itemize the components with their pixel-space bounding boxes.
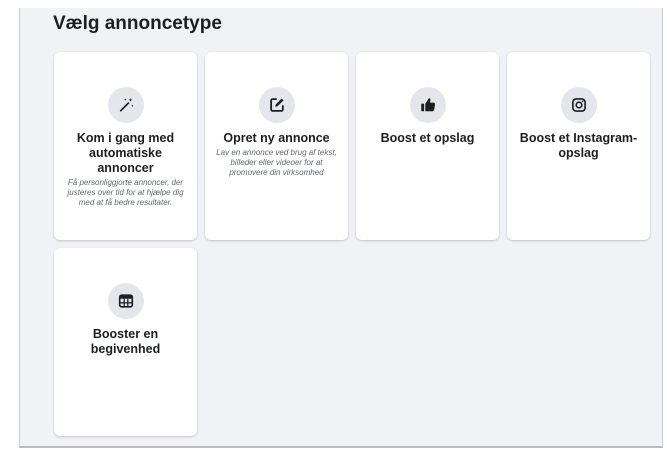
card-description: Få personliggjorte annoncer, der justere… xyxy=(67,178,184,207)
magic-wand-icon xyxy=(107,87,144,123)
card-description: Lav en annonce ved brug af tekst, billed… xyxy=(216,148,337,177)
card-create-new-ad[interactable]: Opret ny annonce Lav en annonce ved brug… xyxy=(205,52,348,240)
calendar-icon xyxy=(107,283,144,319)
card-automatic-ads[interactable]: Kom i gang med automatiske annoncer Få p… xyxy=(54,52,197,240)
instagram-icon xyxy=(560,87,597,123)
card-boost-instagram-post[interactable]: Boost et Instagram-opslag xyxy=(507,52,650,240)
ad-type-panel: Vælg annoncetype Kom i gang med automati… xyxy=(19,8,663,448)
card-title: Kom i gang med automatiske annoncer xyxy=(76,131,175,175)
card-title: Boost et Instagram-opslag xyxy=(519,131,638,160)
card-title: Booster en begivenhed xyxy=(90,327,161,356)
card-title: Opret ny annonce xyxy=(223,131,330,145)
card-boost-event[interactable]: Booster en begivenhed xyxy=(54,248,197,436)
card-title: Boost et opslag xyxy=(380,131,475,145)
card-boost-post[interactable]: Boost et opslag xyxy=(356,52,499,240)
edit-icon xyxy=(258,87,295,123)
thumbs-up-icon xyxy=(409,87,446,123)
page-title: Vælg annoncetype xyxy=(53,13,222,34)
